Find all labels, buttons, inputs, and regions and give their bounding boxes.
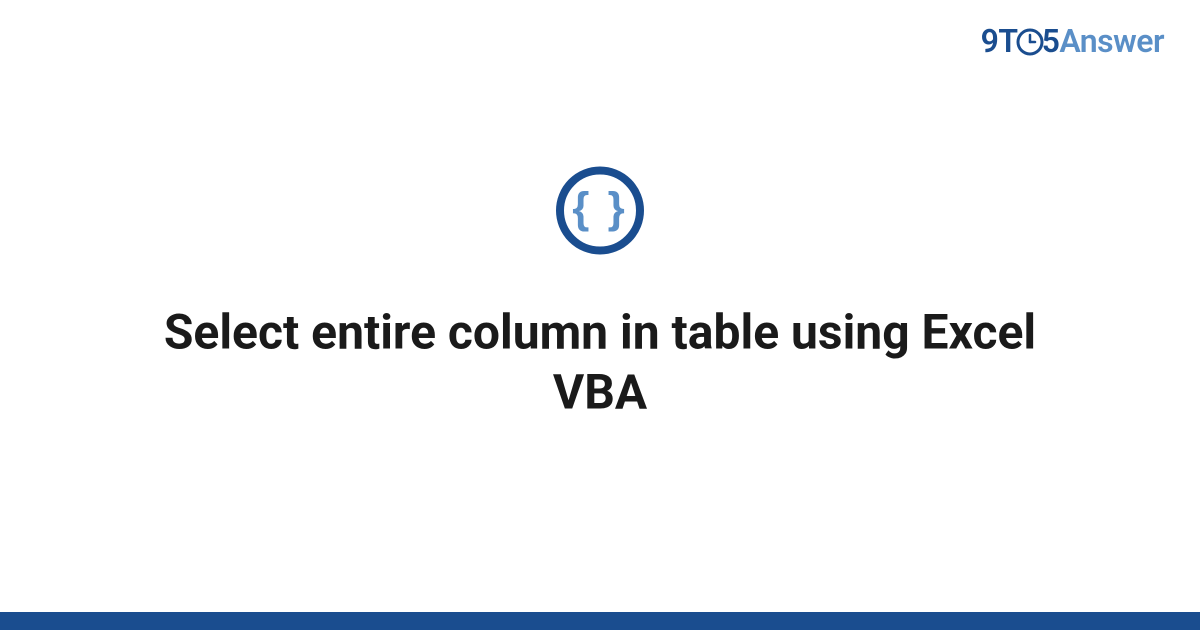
page-title: Select entire column in table using Exce… (100, 303, 1100, 423)
logo-text-5: 5 (1042, 22, 1060, 60)
logo-text-answer: Answer (1059, 22, 1164, 60)
footer-bar (0, 612, 1200, 630)
clock-icon (1016, 28, 1044, 56)
code-braces-glyph: { } (572, 184, 627, 234)
code-braces-icon: { } (556, 167, 644, 255)
site-logo: 9T 5Answer (981, 22, 1164, 60)
logo-text-9t: 9T (981, 22, 1018, 60)
main-content: { } Select entire column in table using … (0, 167, 1200, 423)
